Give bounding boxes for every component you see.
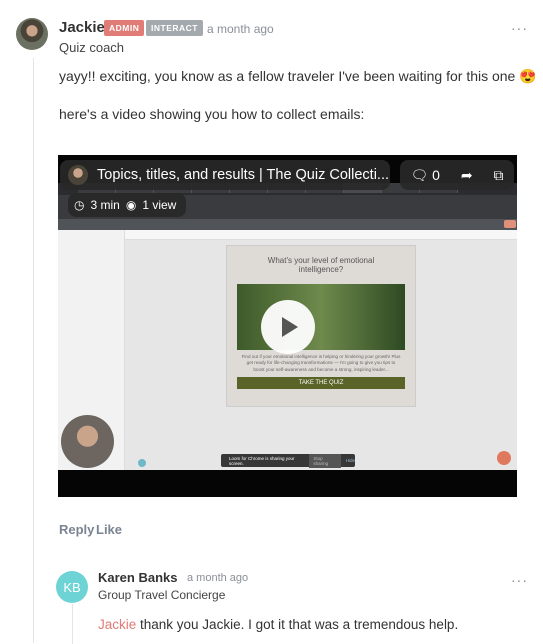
video-player[interactable]: What's your level of emotional intellige… (58, 155, 517, 497)
comment-paragraph: here's a video showing you how to collec… (59, 106, 365, 122)
author-name[interactable]: Karen Banks (98, 570, 177, 585)
hide: Hide (345, 458, 355, 463)
comment-paragraph: yayy!! exciting, you know as a fellow tr… (59, 68, 537, 84)
avatar[interactable] (16, 18, 48, 50)
avatar[interactable]: KB (56, 571, 88, 603)
share-icon[interactable]: ➦ (461, 167, 473, 184)
timestamp: a month ago (187, 572, 249, 584)
video-actions: 🗨 0 ➦ ⧉ (400, 160, 514, 190)
reply-button[interactable]: Reply (59, 522, 94, 537)
quiz-body: Find out if your emotional intelligence … (241, 354, 401, 372)
external-link-icon[interactable]: ⧉ (494, 167, 504, 184)
more-options-icon[interactable]: ··· (511, 572, 528, 588)
like-button[interactable]: Like (96, 522, 122, 537)
reply-body: thank you Jackie. I got it that was a tr… (136, 617, 459, 632)
reply-text: Jackie thank you Jackie. I got it that w… (98, 617, 458, 632)
author-role: Group Travel Concierge (98, 588, 226, 602)
stop-sharing: Stop sharing (309, 453, 341, 468)
play-button[interactable] (261, 300, 315, 354)
author-role: Quiz coach (59, 40, 125, 55)
presenter-camera (61, 415, 114, 468)
video-title[interactable]: Topics, titles, and results | The Quiz C… (97, 167, 389, 183)
quiz-heading: What's your level of emotional intellige… (267, 256, 375, 274)
screen-share-bar: Loom for Chrome is sharing your screen. … (221, 453, 355, 468)
thread-line (33, 58, 34, 643)
clock-icon: ◷ (74, 198, 85, 212)
quiz-card: What's your level of emotional intellige… (226, 245, 416, 407)
timestamp: a month ago (207, 22, 274, 36)
comment-count: 0 (432, 166, 440, 183)
comment-icon[interactable]: 🗨 0 (410, 167, 439, 184)
video-stats: ◷ 3 min ◉ 1 view (68, 193, 186, 217)
more-options-icon[interactable]: ··· (511, 20, 528, 36)
avatar-initials: KB (63, 579, 81, 595)
admin-badge: ADMIN (104, 20, 145, 36)
duration: 3 min (90, 198, 120, 212)
video-author-avatar (68, 165, 88, 185)
interact-badge: INTERACT (146, 20, 203, 36)
reply-thread-line (72, 604, 73, 644)
sharing-text: Loom for Chrome is sharing your screen. (229, 455, 295, 466)
video-title-bar: Topics, titles, and results | The Quiz C… (60, 160, 390, 190)
take-quiz-button: TAKE THE QUIZ (237, 377, 405, 390)
author-name[interactable]: Jackie (59, 19, 105, 36)
views: 1 view (142, 198, 177, 212)
mention-link[interactable]: Jackie (98, 617, 136, 632)
play-icon (282, 317, 298, 337)
eye-icon: ◉ (125, 198, 137, 212)
